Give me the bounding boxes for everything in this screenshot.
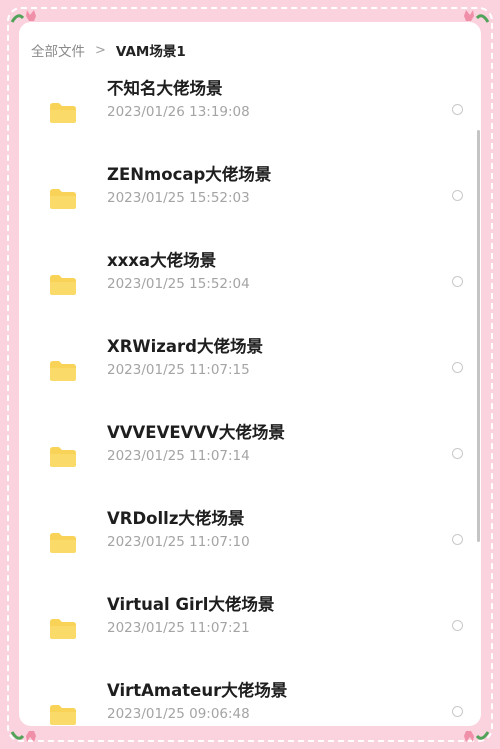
breadcrumb-current: VAM场景1: [115, 44, 186, 60]
folder-date: 2023/01/25 09:06:48: [107, 706, 250, 722]
folder-name: xxxa大佬场景: [107, 251, 217, 270]
folder-icon: [50, 447, 76, 467]
folder-icon: [50, 275, 76, 295]
folder-name: XRWizard大佬场景: [107, 337, 263, 356]
folder-row[interactable]: VRDollz大佬场景 2023/01/25 11:07:10: [19, 496, 481, 582]
folder-date: 2023/01/25 15:52:03: [107, 190, 250, 206]
folder-date: 2023/01/26 13:19:08: [107, 104, 250, 120]
folder-date: 2023/01/25 11:07:10: [107, 534, 250, 550]
folder-icon: [50, 103, 76, 123]
folder-icon: [50, 189, 76, 209]
folder-date: 2023/01/25 15:52:04: [107, 276, 250, 292]
radio-circle-icon[interactable]: [452, 620, 463, 631]
folder-row[interactable]: Virtual Girl大佬场景 2023/01/25 11:07:21: [19, 582, 481, 668]
folder-name: Virtual Girl大佬场景: [107, 595, 275, 614]
tulip-icon: [10, 731, 36, 742]
folder-row[interactable]: XRWizard大佬场景 2023/01/25 11:07:15: [19, 324, 481, 410]
radio-circle-icon[interactable]: [452, 534, 463, 545]
folder-date: 2023/01/25 11:07:14: [107, 448, 250, 464]
radio-circle-icon[interactable]: [452, 190, 463, 201]
folder-name: VirtAmateur大佬场景: [107, 681, 288, 700]
folder-icon: [50, 619, 76, 639]
breadcrumb-root-link[interactable]: 全部文件: [31, 40, 85, 60]
folder-name: VRDollz大佬场景: [107, 509, 245, 528]
radio-circle-icon[interactable]: [452, 276, 463, 287]
folder-date: 2023/01/25 11:07:21: [107, 620, 250, 636]
scrollbar[interactable]: [477, 130, 480, 542]
folder-row[interactable]: VirtAmateur大佬场景 2023/01/25 09:06:48: [19, 668, 481, 726]
radio-circle-icon[interactable]: [452, 104, 463, 115]
radio-circle-icon[interactable]: [452, 448, 463, 459]
tulip-icon: [464, 731, 490, 742]
folder-row[interactable]: xxxa大佬场景 2023/01/25 15:52:04: [19, 238, 481, 324]
folder-date: 2023/01/25 11:07:15: [107, 362, 250, 378]
file-list-panel: 全部文件 > VAM场景1 不知名大佬场景 2023/01/26 13:19:0…: [19, 22, 481, 726]
breadcrumb: 全部文件 > VAM场景1: [31, 40, 186, 61]
folder-row[interactable]: VVVEVEVVV大佬场景 2023/01/25 11:07:14: [19, 410, 481, 496]
breadcrumb-separator: >: [95, 42, 106, 58]
folder-name: VVVEVEVVV大佬场景: [107, 423, 285, 442]
folder-name: 不知名大佬场景: [107, 79, 223, 98]
folder-icon: [50, 705, 76, 725]
folder-row[interactable]: ZENmocap大佬场景 2023/01/25 15:52:03: [19, 152, 481, 238]
folder-name: ZENmocap大佬场景: [107, 165, 272, 184]
folder-icon: [50, 533, 76, 553]
folder-row[interactable]: 不知名大佬场景 2023/01/26 13:19:08: [19, 66, 481, 152]
radio-circle-icon[interactable]: [452, 706, 463, 717]
radio-circle-icon[interactable]: [452, 362, 463, 373]
folder-icon: [50, 361, 76, 381]
